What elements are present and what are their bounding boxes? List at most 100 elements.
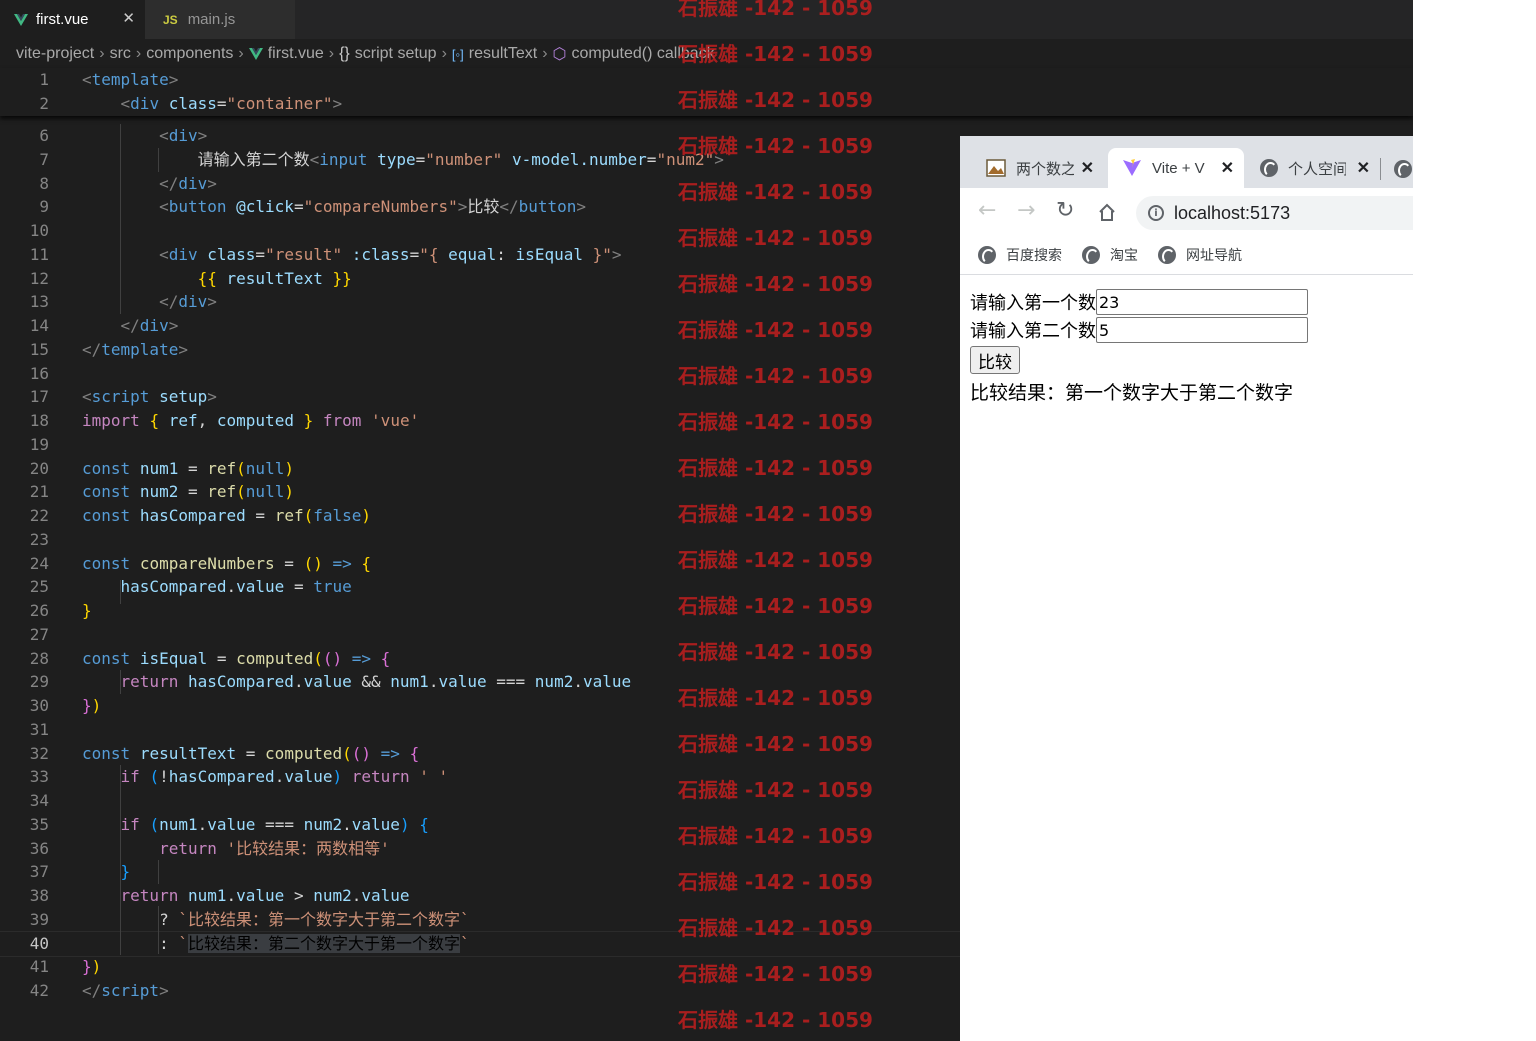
breadcrumb-item[interactable]: resultText [469,45,537,63]
code-text: </template> [82,339,188,359]
line-number: 7 [39,149,49,169]
reload-icon[interactable]: ↻ [1056,200,1074,222]
braces-icon: {} [339,45,350,62]
line-number: 28 [29,648,49,668]
editor-tab-main-js[interactable]: JS main.js [145,0,295,39]
globe-icon [1158,246,1176,264]
code-text: const num2 = ref(null) [82,482,294,502]
home-icon[interactable] [1097,203,1117,223]
close-icon[interactable]: ✕ [1221,158,1234,178]
code-text: <div class="result" :class="{ equal: isE… [159,244,622,264]
code-text: return num1.value > num2.value [120,886,410,905]
breadcrumb-item[interactable]: src [110,45,131,63]
globe-icon [1082,246,1100,264]
code-text: <div class="container"> [120,94,343,113]
breadcrumb-item[interactable]: vite-project [16,45,94,63]
code-text: const resultText = computed(() => { [82,743,420,763]
code-text: } [82,601,92,620]
code-text: const compareNumbers = () => { [82,553,372,573]
browser-tab[interactable] [1394,160,1413,182]
watermark-text: 石振雄 -142 - 1059 [678,42,873,66]
bookmark-label: 网址导航 [1186,247,1242,263]
bookmark-item[interactable]: 淘宝 [1082,245,1138,265]
bookmark-label: 百度搜索 [1006,247,1062,263]
second-number-input[interactable] [1096,317,1308,343]
tab-divider [1380,158,1381,180]
line-number: 23 [29,529,49,549]
first-number-input[interactable] [1096,289,1308,315]
watermark-text: 石振雄 -142 - 1059 [678,916,873,940]
line-number: 16 [29,363,49,383]
line-number: 12 [29,268,49,288]
info-icon[interactable]: i [1148,205,1164,221]
code-text: <button @click="compareNumbers">比较</butt… [159,197,587,217]
url-text[interactable]: localhost:5173 [1174,203,1290,224]
browser-tab[interactable]: 两个数之 ✕ [974,148,1104,188]
code-text: return '比较结果：两数相等' [159,838,390,858]
bookmarks-bar: 百度搜索 淘宝 网址导航 [960,236,1413,275]
second-number-row: 请输入第二个数 [970,316,1308,344]
code-text: if (num1.value === num2.value) { [120,814,429,834]
line-number: 25 [29,577,49,597]
code-text: }) [82,696,102,715]
watermark-text: 石振雄 -142 - 1059 [678,226,873,250]
line-number: 33 [29,767,49,787]
code-text: </div> [159,292,217,312]
forward-arrow-icon[interactable]: → [1017,200,1035,222]
vue-icon [14,13,28,26]
code-text: </script> [82,981,169,1000]
code-text: </div> [159,173,217,193]
code-text: return hasCompared.value && num1.value =… [120,672,632,692]
browser-tab[interactable]: 个人空间 ✕ [1248,148,1380,188]
line-number: 34 [29,791,49,810]
bookmark-item[interactable]: 网址导航 [1158,245,1242,265]
back-arrow-icon[interactable]: ← [978,200,996,222]
browser-tab-label: 两个数之 [1016,160,1074,178]
line-number: 31 [29,719,49,739]
first-number-row: 请输入第一个数 [970,288,1308,316]
line-number: 14 [29,316,49,335]
watermark-text: 石振雄 -142 - 1059 [678,824,873,848]
indent-guide [120,670,121,694]
image-favicon-icon [986,159,1006,177]
close-icon[interactable]: ✕ [1081,158,1094,178]
watermark-text: 石振雄 -142 - 1059 [678,548,873,572]
close-icon[interactable]: ✕ [122,9,135,27]
line-number: 20 [29,458,49,478]
breadcrumb-item[interactable]: first.vue [268,45,324,63]
code-text: : `比较结果：第二个数字大于第一个数字` [82,933,470,953]
page-content: 请输入第一个数 请输入第二个数 比较 比较结果：第一个数字大于第二个数字 [970,288,1308,405]
watermark-text: 石振雄 -142 - 1059 [678,502,873,526]
editor-tab-first-vue[interactable]: first.vue ✕ [0,0,145,39]
line-number: 39 [29,909,49,929]
watermark-text: 石振雄 -142 - 1059 [678,180,873,204]
browser-tab-label: Vite + V [1152,159,1205,177]
code-text: if (!hasCompared.value) return ' ' [120,767,449,787]
watermark-text: 石振雄 -142 - 1059 [678,364,873,388]
bookmark-item[interactable]: 百度搜索 [978,245,1062,265]
breadcrumb-item[interactable]: script setup [355,45,437,63]
watermark-text: 石振雄 -142 - 1059 [678,410,873,434]
browser-tab-active[interactable]: Vite + V ✕ [1108,148,1244,188]
line-number: 17 [29,387,49,407]
line-number: 32 [29,743,49,763]
code-text: const hasCompared = ref(false) [82,506,372,525]
watermark-text: 石振雄 -142 - 1059 [678,134,873,158]
line-number: 1 [39,70,49,89]
watermark-text: 石振雄 -142 - 1059 [678,1008,873,1032]
line-number: 9 [39,197,49,217]
address-bar[interactable]: i localhost:5173 [1136,196,1413,230]
line-number: 8 [39,173,49,193]
cube-icon: ⬡ [552,46,567,63]
close-icon[interactable]: ✕ [1357,158,1370,178]
watermark-text: 石振雄 -142 - 1059 [678,594,873,618]
line-number: 10 [29,221,49,240]
line-number: 29 [29,672,49,692]
editor-tab-label: first.vue [36,11,89,28]
watermark-text: 石振雄 -142 - 1059 [678,778,873,802]
line-number: 40 [29,933,49,953]
indent-guide [120,124,121,314]
breadcrumb-item[interactable]: components [146,45,233,63]
line-number: 35 [29,814,49,834]
compare-button[interactable]: 比较 [970,346,1020,374]
